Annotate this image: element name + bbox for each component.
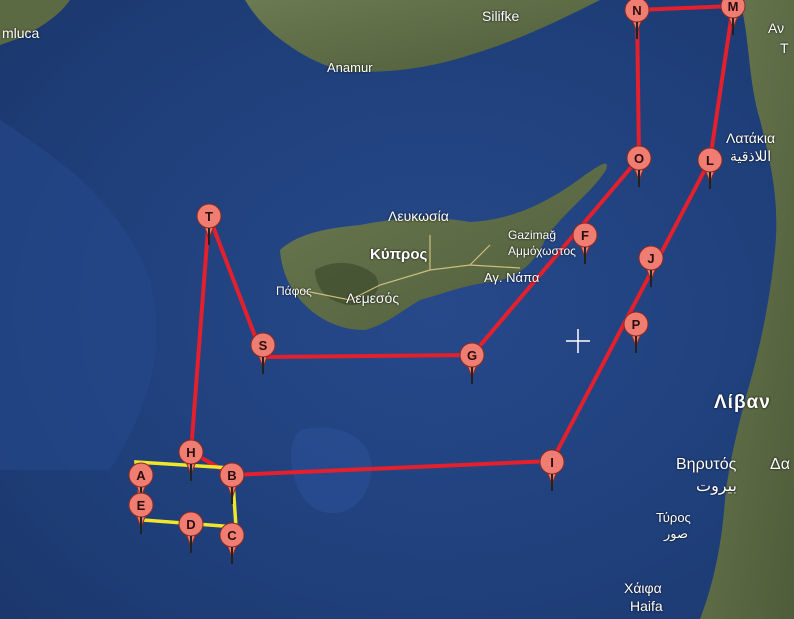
label-anamur: Anamur	[327, 60, 373, 75]
marker-label: J	[647, 251, 654, 266]
marker-label: D	[186, 517, 195, 532]
marker-label: O	[634, 151, 644, 166]
marker-label: A	[136, 468, 146, 483]
label-tyros: Τύρος	[656, 510, 691, 525]
map-view[interactable]: N M O L T F J S P G H I A B E D C mluca Silifke Anamur Λ…	[0, 0, 794, 619]
label-haifa-gr: Χάιφα	[624, 580, 662, 596]
marker-label: N	[632, 3, 641, 18]
marker-label: E	[137, 498, 146, 513]
marker-label: I	[550, 455, 554, 470]
marker-label: L	[706, 153, 714, 168]
label-ammochostos: Αμμόχωστος	[508, 244, 576, 258]
marker-label: F	[581, 228, 589, 243]
label-silifke: Silifke	[482, 8, 520, 24]
label-haifa: Haifa	[630, 598, 663, 614]
label-tyros-ar: صور	[664, 526, 689, 541]
label-beirut-ar: بيروت	[696, 478, 737, 495]
marker-label: C	[227, 528, 237, 543]
marker-label: P	[632, 317, 641, 332]
marker-label: S	[259, 338, 268, 353]
label-beirut-gr: Βηρυτός	[676, 456, 737, 473]
label-lattakia-ar: اللاذقية	[730, 148, 772, 164]
label-damascus-partial: Δα	[770, 456, 790, 473]
label-t-partial: T	[780, 40, 789, 56]
marker-label: B	[227, 468, 236, 483]
marker-label: M	[728, 0, 739, 14]
marker-label: H	[186, 445, 195, 460]
label-lemesos: Λεμεσός	[346, 290, 400, 306]
label-pafos: Πάφος	[276, 284, 312, 298]
label-antakya-partial: Αν	[768, 20, 785, 36]
label-agia-napa: Αγ. Νάπα	[484, 270, 540, 285]
label-amluca: mluca	[2, 25, 40, 41]
label-kypros: Κύπρος	[370, 246, 428, 263]
label-livanos: Λίβαν	[714, 392, 771, 413]
label-lefkosia: Λευκωσία	[388, 208, 449, 224]
marker-label: G	[467, 348, 477, 363]
label-gazimagusa: Gazimağ	[508, 228, 557, 242]
marker-label: T	[205, 209, 213, 224]
label-lattakia: Λατάκια	[726, 130, 776, 146]
